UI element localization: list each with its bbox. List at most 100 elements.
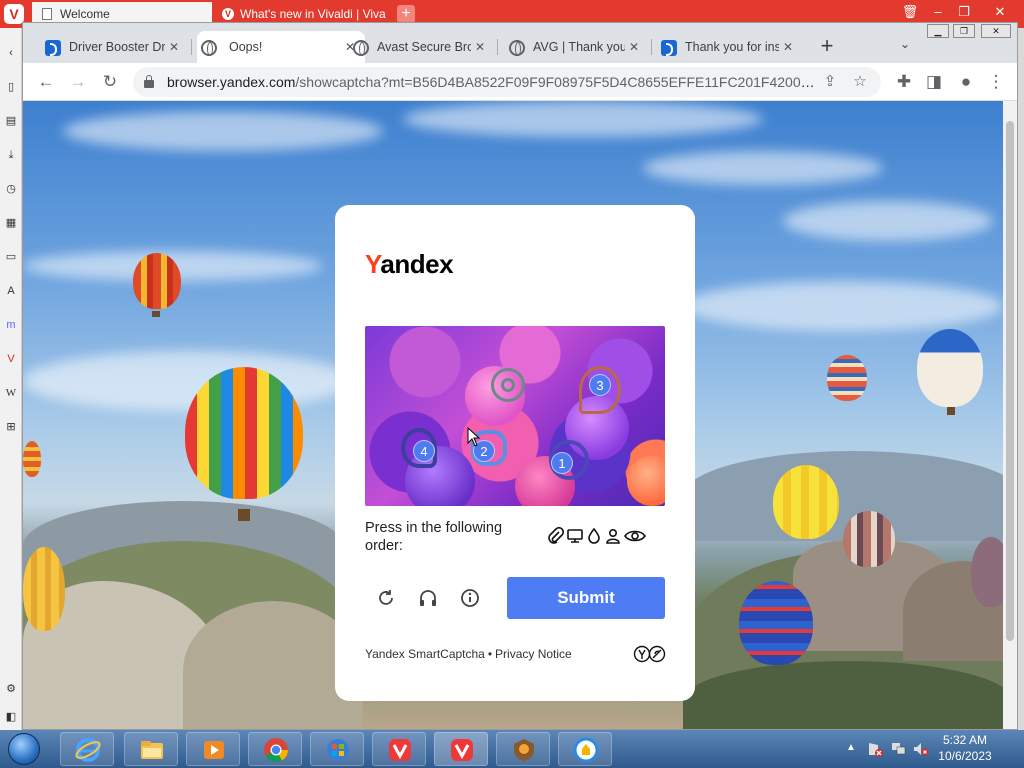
monitor-icon <box>567 529 583 543</box>
tab-driver-booster[interactable]: Driver Booster Dr ✕ <box>45 31 181 63</box>
tab-label: AVG | Thank you <box>533 40 625 54</box>
mastodon-icon[interactable]: m <box>4 318 18 332</box>
tab-label: Welcome <box>60 7 110 21</box>
translate-icon[interactable]: A <box>4 284 18 298</box>
vivaldi-menu-icon[interactable]: V <box>4 4 24 24</box>
page-scrollbar[interactable] <box>1003 101 1017 729</box>
chevron-down-icon[interactable]: ⌄ <box>895 37 915 57</box>
restore-icon[interactable]: ❐ <box>953 24 975 38</box>
taskbar-app-chrome[interactable] <box>248 732 302 766</box>
drop-icon <box>588 527 600 544</box>
privacy-notice-link[interactable]: Privacy Notice <box>495 647 572 661</box>
forward-icon[interactable]: → <box>65 69 91 95</box>
share-icon[interactable]: ⇪ <box>819 71 841 93</box>
window-icon[interactable]: ▭ <box>4 250 18 264</box>
smartcaptcha-link[interactable]: Yandex SmartCaptcha <box>365 647 485 661</box>
taskbar-app-ie[interactable] <box>60 732 114 766</box>
profile-avatar-icon[interactable]: ● <box>953 69 979 95</box>
taskbar-clock[interactable]: 5:32 AM 10/6/2023 <box>930 732 1000 764</box>
vivaldi-side-panel: ‹ ▯ ▤ ⤓ ◷ ▦ ▭ A m V W ⊞ ⚙ ◧ <box>0 28 22 730</box>
clock-date: 10/6/2023 <box>938 749 992 763</box>
close-tab-icon[interactable]: ✕ <box>627 31 641 63</box>
refresh-icon[interactable] <box>375 587 397 609</box>
maximize-icon[interactable]: ❐ <box>952 2 976 22</box>
vivaldi-new-tab-button[interactable]: + <box>397 5 415 23</box>
add-panel-icon[interactable]: ⊞ <box>4 420 18 434</box>
close-icon[interactable]: ✕ <box>981 24 1011 38</box>
info-icon[interactable] <box>459 587 481 609</box>
back-icon[interactable]: ‹ <box>4 46 18 60</box>
start-button[interactable] <box>4 731 44 767</box>
settings-icon[interactable]: ⚙ <box>4 682 18 696</box>
close-icon[interactable]: ✕ <box>988 2 1012 22</box>
tab-separator <box>651 39 652 55</box>
avast-icon <box>514 739 534 761</box>
bookmark-star-icon[interactable]: ☆ <box>849 71 871 93</box>
tab-separator <box>497 39 498 55</box>
logo-letter: Y <box>365 249 381 279</box>
target-shape-inner <box>501 378 515 392</box>
captcha-card: Yandex 1 2 3 4 Press in the following or… <box>335 205 695 701</box>
address-bar[interactable]: browser.yandex.com/showcaptcha?mt=B56D4B… <box>133 67 881 97</box>
explorer-icon <box>141 741 163 759</box>
tab-avast[interactable]: Avast Secure Bro ✕ <box>353 31 487 63</box>
close-tab-icon[interactable]: ✕ <box>167 31 181 63</box>
panel-toggle-icon[interactable]: ◧ <box>4 710 18 724</box>
windows-taskbar: ▲ 5:32 AM 10/6/2023 <box>0 730 1024 768</box>
side-panel-icon[interactable]: ◨ <box>921 69 947 95</box>
show-hidden-icons-icon[interactable]: ▲ <box>846 742 856 753</box>
tab-thank-you[interactable]: Thank you for ins ✕ <box>661 31 795 63</box>
audio-headphones-icon[interactable] <box>417 587 439 609</box>
tab-avg[interactable]: AVG | Thank you ✕ <box>509 31 641 63</box>
lock-icon[interactable] <box>144 75 154 88</box>
taskbar-app-vivaldi-active[interactable] <box>434 732 488 766</box>
paperclip-icon <box>548 527 565 544</box>
click-marker-3[interactable]: 3 <box>589 374 611 396</box>
close-tab-icon[interactable]: ✕ <box>781 31 795 63</box>
taskbar-app-vivaldi[interactable] <box>372 732 426 766</box>
minimize-icon[interactable]: – <box>926 2 950 22</box>
chrome-window: Driver Booster Dr ✕ Oops! ✕ Avast Secure… <box>22 22 1018 730</box>
url-text[interactable]: browser.yandex.com/showcaptcha?mt=B56D4B… <box>167 67 817 97</box>
action-center-icon[interactable] <box>866 740 884 758</box>
scrollbar-thumb[interactable] <box>1006 121 1014 641</box>
clock-time: 5:32 AM <box>942 733 988 747</box>
eye-icon <box>624 530 646 542</box>
captcha-image[interactable]: 1 2 3 4 <box>365 326 665 506</box>
vivaldi-icon <box>389 739 411 761</box>
volume-muted-icon[interactable] <box>912 740 930 758</box>
click-marker-4[interactable]: 4 <box>413 440 435 462</box>
menu-dots-icon[interactable]: ⋮ <box>983 69 1009 95</box>
submit-button[interactable]: Submit <box>507 577 665 619</box>
taskbar-app-avg-browser[interactable] <box>558 732 612 766</box>
minimize-icon[interactable]: ▁ <box>927 24 949 38</box>
close-tab-icon[interactable]: ✕ <box>473 31 487 63</box>
order-icons <box>547 527 647 547</box>
trash-icon[interactable]: 🗑 <box>898 2 922 22</box>
reload-icon[interactable]: ↻ <box>97 69 123 95</box>
ie-icon <box>75 738 101 762</box>
reading-list-icon[interactable]: ▤ <box>4 114 18 128</box>
globe-icon <box>353 40 369 56</box>
extensions-icon[interactable]: ✚ <box>891 69 917 95</box>
bookmarks-icon[interactable]: ▯ <box>4 80 18 94</box>
taskbar-app-explorer[interactable] <box>124 732 178 766</box>
history-icon[interactable]: ◷ <box>4 182 18 196</box>
wikipedia-icon[interactable]: W <box>4 386 18 400</box>
click-marker-1[interactable]: 1 <box>551 452 573 474</box>
notes-icon[interactable]: ▦ <box>4 216 18 230</box>
tab-oops[interactable]: Oops! ✕ <box>197 31 365 63</box>
taskbar-app-media-player[interactable] <box>186 732 240 766</box>
taskbar-app-avast[interactable] <box>496 732 550 766</box>
chrome-toolbar: ← → ↻ browser.yandex.com/showcaptcha?mt=… <box>23 63 1017 101</box>
taskbar-app-windows-update[interactable] <box>310 732 364 766</box>
downloads-icon[interactable]: ⤓ <box>4 148 18 162</box>
new-tab-button[interactable]: + <box>815 35 839 59</box>
captcha-footer: Yandex SmartCaptcha • Privacy Notice <box>365 645 666 663</box>
system-tray: ▲ 5:32 AM 10/6/2023 <box>840 730 1024 768</box>
back-icon[interactable]: ← <box>33 69 59 95</box>
person-icon <box>606 528 620 544</box>
url-host: browser.yandex.com <box>167 74 296 90</box>
network-icon[interactable] <box>890 740 908 758</box>
vivaldi-icon[interactable]: V <box>4 352 18 366</box>
